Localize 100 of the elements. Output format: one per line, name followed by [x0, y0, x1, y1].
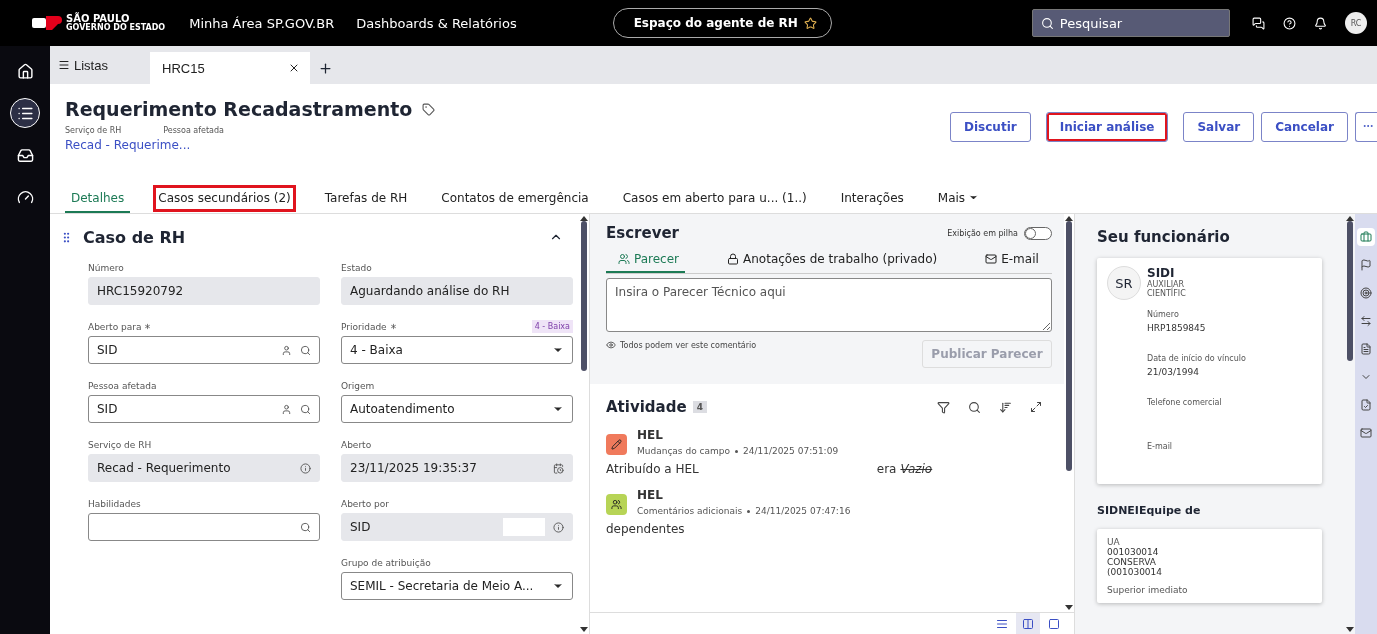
info-icon[interactable]: [553, 521, 564, 533]
calendar-icon: [553, 462, 564, 474]
field-label: Superior imediato: [1107, 585, 1189, 595]
chat-icon[interactable]: [1252, 16, 1265, 30]
user-avatar[interactable]: RC: [1345, 12, 1367, 34]
toggle-label: Exibição em pilha: [947, 228, 1018, 238]
sort-icon[interactable]: [999, 400, 1012, 414]
eye-icon: [606, 340, 616, 350]
compose-tab[interactable]: Anotações de trabalho (privado): [715, 252, 944, 273]
record-tab[interactable]: Contatos de emergência: [435, 184, 595, 213]
side-panel-button[interactable]: [1357, 228, 1375, 246]
bullet-icon: [734, 449, 738, 453]
menu-icon: [58, 59, 70, 71]
input-field[interactable]: [88, 513, 320, 541]
input-field[interactable]: Autoatendimento: [341, 395, 573, 423]
star-icon[interactable]: [803, 16, 817, 30]
search-icon: [1040, 16, 1054, 30]
entry-type: Comentários adicionais: [637, 506, 743, 516]
input-field[interactable]: SID: [88, 336, 320, 364]
workspace-button[interactable]: Espaço do agente de RH: [612, 8, 832, 38]
flag-icon: [1360, 259, 1372, 271]
entry-author: HEL: [637, 428, 664, 442]
document-icon: [1360, 343, 1372, 355]
tag-icon[interactable]: [422, 102, 436, 116]
input-field[interactable]: SID: [88, 395, 320, 423]
readonly-field: 23/11/2025 19:35:37: [341, 454, 573, 482]
field-value: 21/03/1994: [1147, 367, 1200, 377]
record-tab[interactable]: Casos secundários (2): [152, 184, 297, 213]
employee-name: SIDI: [1147, 266, 1176, 280]
compose-tab[interactable]: E-mail: [973, 252, 1045, 273]
field-label: Serviço de RH: [88, 439, 152, 450]
record-tab[interactable]: Tarefas de RH: [318, 184, 414, 213]
mail-icon: [1360, 427, 1372, 439]
field-value: HRP1859845: [1147, 323, 1207, 333]
record-tab[interactable]: Mais: [931, 184, 986, 213]
field-label: Aberto por: [341, 498, 389, 509]
comment-field[interactable]: Insira o Parecer Técnico aqui: [606, 278, 1052, 332]
logo-icon: [32, 15, 62, 31]
field-label: Aberto para: [88, 321, 153, 332]
document-tab[interactable]: HRC15: [150, 52, 310, 84]
notification-icon[interactable]: [1314, 16, 1327, 30]
nav-link[interactable]: Dashboards & Relatórios: [356, 15, 517, 31]
meta-label: Serviço de RH: [65, 126, 122, 135]
person-icon[interactable]: [281, 403, 292, 415]
action-button[interactable]: Discutir: [950, 112, 1031, 142]
record-tab[interactable]: Casos em aberto para u... (1..): [616, 184, 813, 213]
people-icon: [618, 253, 630, 265]
input-field[interactable]: 4 - Baixa: [341, 336, 573, 364]
team-title: SIDNEIEquipe de: [1097, 504, 1202, 517]
swap-icon: [1360, 315, 1372, 327]
search-icon[interactable]: [300, 344, 311, 356]
expand-icon[interactable]: [1030, 400, 1042, 413]
field-label: Data de início do vínculo: [1147, 354, 1247, 363]
action-button[interactable]: Cancelar: [1261, 112, 1348, 142]
record-tab[interactable]: Interações: [834, 184, 910, 213]
field-label: Prioridade: [341, 321, 398, 332]
record-tab[interactable]: Detalhes: [65, 184, 131, 213]
record-title: Requerimento Recadastramento: [65, 98, 413, 120]
readonly-field: HRC15920792: [88, 277, 320, 305]
target-icon: [1360, 287, 1372, 299]
filter-icon[interactable]: [937, 400, 950, 414]
compose-tab[interactable]: Parecer: [606, 252, 686, 273]
info-icon[interactable]: [300, 462, 311, 474]
field-label: Estado: [341, 262, 372, 273]
entry-text: era: [876, 462, 897, 476]
field-label: E-mail: [1147, 442, 1174, 451]
field-value: 001030014: [1107, 547, 1160, 557]
service-link[interactable]: Recad - Requerime...: [65, 138, 436, 152]
help-icon[interactable]: [1283, 16, 1296, 30]
action-button[interactable]: Iniciar análise: [1045, 112, 1169, 142]
document-check-icon: [1360, 399, 1372, 411]
search-field[interactable]: Pesquisar: [1031, 9, 1230, 37]
list-view-icon: [996, 618, 1008, 630]
search-icon[interactable]: [968, 400, 981, 414]
side-panel-button[interactable]: [1357, 284, 1375, 302]
list-icon[interactable]: [10, 98, 40, 128]
nav-link[interactable]: Minha Área SP.GOV.BR: [189, 15, 335, 31]
field-label: Habilidades: [88, 498, 141, 509]
lists-button[interactable]: Listas: [52, 46, 150, 84]
scroll-down-icon[interactable]: [580, 627, 588, 632]
close-icon[interactable]: [288, 62, 300, 74]
lock-icon: [727, 253, 740, 265]
readonly-field: Recad - Requerimento: [88, 454, 320, 482]
search-icon[interactable]: [300, 521, 311, 533]
scrollbar-thumb[interactable]: [1066, 221, 1072, 471]
scrollbar-thumb[interactable]: [581, 221, 587, 371]
employee-title: Seu funcionário: [1097, 228, 1231, 246]
scrollbar-thumb[interactable]: [1347, 221, 1353, 361]
more-button[interactable]: [1355, 112, 1377, 142]
action-button[interactable]: Salvar: [1183, 112, 1255, 142]
input-field[interactable]: SEMIL - Secretaria de Meio A...: [341, 572, 573, 600]
layout-view-button[interactable]: [1016, 613, 1040, 634]
compose-title: Escrever: [606, 224, 679, 242]
search-icon[interactable]: [300, 403, 311, 415]
toggle-switch[interactable]: [1024, 226, 1052, 240]
field-label: Número: [1147, 310, 1180, 319]
field-value: CONSERVA: [1107, 557, 1157, 567]
visibility-note: Todos podem ver este comentário: [620, 340, 757, 350]
logo-title: SÃO PAULO: [66, 14, 130, 24]
person-icon[interactable]: [281, 344, 292, 356]
